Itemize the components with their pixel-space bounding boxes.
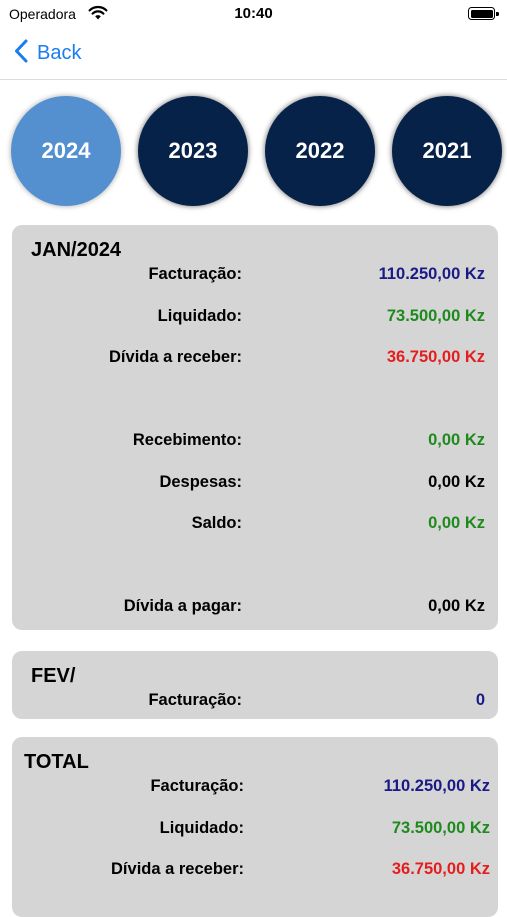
month-card-fev: FEV/ Facturação: 0 [12,651,498,719]
back-label: Back [37,41,82,64]
facturacao-label: Facturação: [148,691,242,709]
divida-pagar-label: Dívida a pagar: [123,597,242,615]
recebimento-value: 0,00 Kz [428,431,485,449]
total-title: TOTAL [24,751,89,773]
total-facturacao-value: 110.250,00 Kz [383,777,490,795]
year-button-2022[interactable]: 2022 [265,96,375,206]
divida-receber-value: 36.750,00 Kz [386,348,485,366]
chevron-left-icon [14,39,28,68]
total-liquidado-value: 73.500,00 Kz [391,819,490,837]
saldo-value: 0,00 Kz [428,514,485,532]
status-bar: Operadora 10:40 [0,0,507,30]
liquidado-label: Liquidado: [157,307,242,325]
facturacao-value: 110.250,00 Kz [378,265,485,283]
year-button-2024[interactable]: 2024 [11,96,121,206]
divida-receber-label: Dívida a receber: [109,348,242,366]
total-liquidado-label: Liquidado: [159,819,244,837]
month-card-jan: JAN/2024 Facturação: 110.250,00 Kz Liqui… [12,225,498,630]
recebimento-label: Recebimento: [132,431,242,449]
month-title: JAN/2024 [31,239,122,261]
battery-icon [468,7,499,20]
despesas-value: 0,00 Kz [428,473,485,491]
navigation-bar: Back [0,30,507,80]
clock: 10:40 [234,5,273,22]
month-title: FEV/ [31,665,76,687]
total-card: TOTAL Facturação: 110.250,00 Kz Liquidad… [12,737,498,917]
total-divida-receber-label: Dívida a receber: [111,860,244,878]
liquidado-value: 73.500,00 Kz [386,307,485,325]
year-selector: 2024 2023 2022 2021 [0,96,507,208]
back-button[interactable]: Back [14,38,81,68]
facturacao-value: 0 [475,691,485,709]
facturacao-label: Facturação: [148,265,242,283]
saldo-label: Saldo: [191,514,242,532]
total-divida-receber-value: 36.750,00 Kz [391,860,490,878]
year-button-2021[interactable]: 2021 [392,96,502,206]
total-facturacao-label: Facturação: [150,777,244,795]
divida-pagar-value: 0,00 Kz [428,597,485,615]
year-button-2023[interactable]: 2023 [138,96,248,206]
despesas-label: Despesas: [159,473,242,491]
